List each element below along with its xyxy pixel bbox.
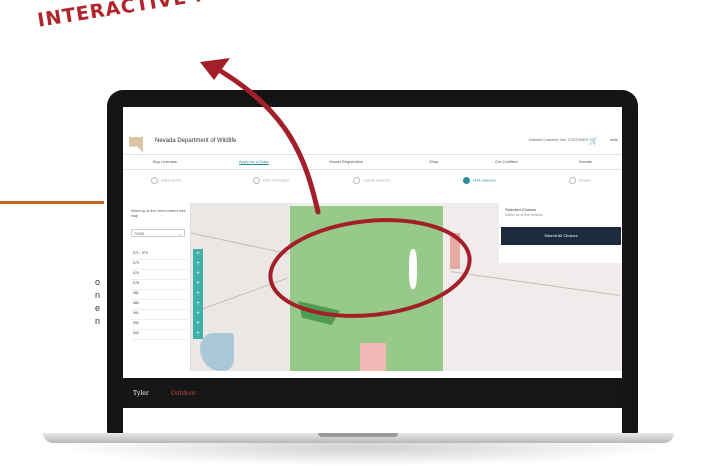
- annotation-ellipse: [268, 218, 472, 318]
- annotation-arrow: [209, 63, 321, 215]
- annotation-overlay: [200, 58, 472, 318]
